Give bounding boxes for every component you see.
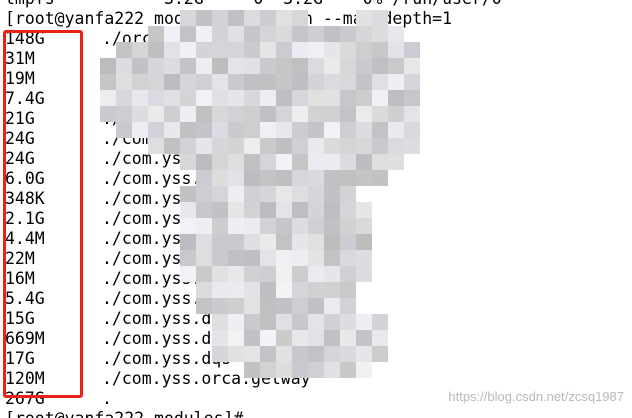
du-path: ./com.yss.orca.system <box>102 89 311 108</box>
du-row: 2.1G ./com.yss.orca.build <box>5 209 502 229</box>
du-path: ./com.yss.common <box>102 269 261 288</box>
du-path: . <box>102 389 112 408</box>
du-row: 267G. <box>5 389 502 409</box>
du-row: 4.4M ./com.yss.parent <box>5 229 502 249</box>
header-line: tmpfs 3.2G 0 3.2G 0% /run/user/0 <box>5 0 502 9</box>
du-row: 669M ./com.yss.ds <box>5 329 502 349</box>
shell-prompt: [root@yanfa222 modules]# <box>5 9 254 28</box>
du-size: 31M <box>5 49 35 68</box>
du-path: ./com.yss.parent <box>102 229 261 248</box>
du-output-rows: 148G ./orca-build$orca-b 31M ./com.yss.orca… <box>5 29 502 409</box>
du-size: 17G <box>5 349 35 368</box>
du-size: 15G <box>5 309 35 328</box>
du-size: 24G <box>5 129 35 148</box>
du-path: ./com.yss.orca.build <box>102 209 301 228</box>
du-row: 120M ./com.yss.orca.getway <box>5 369 502 389</box>
du-path: ./com.yss.orca.log.kit <box>102 49 321 68</box>
du-path: ./com.yss.orca.tae <box>102 149 281 168</box>
final-shell-prompt: [root@yanfa222 modules]# <box>5 409 253 418</box>
command-line: [root@yanfa222 modules]# du -ah --max-de… <box>5 9 502 29</box>
du-row: 7.4G ./com.yss.orca.system <box>5 89 502 109</box>
du-row: 15G ./com.yss.datasource <box>5 309 502 329</box>
du-path: ./com.yss.orca.parent <box>102 189 311 208</box>
du-size: 2.1G <box>5 209 45 228</box>
du-size: 16M <box>5 269 35 288</box>
du-size: 348K <box>5 189 45 208</box>
du-path: ./com.yss.orca.ds <box>102 109 271 128</box>
du-size: 19M <box>5 69 35 88</box>
du-size: 22M <box>5 249 35 268</box>
du-size: 148G <box>5 29 45 48</box>
du-row: 31M ./com.yss.orca.log.kit <box>5 49 502 69</box>
du-row: 24G ./com.yss.orca.dqs <box>5 129 502 149</box>
watermark-text: https://blog.csdn.net/zcsq1987 <box>448 389 624 404</box>
du-path: ./com.yss.orca.dqs <box>102 129 281 148</box>
du-size: 24G <box>5 149 35 168</box>
du-path: ./com.yss.ds <box>102 329 222 348</box>
du-row: 17G ./com.yss.dqs <box>5 349 502 369</box>
terminal-output: tmpfs 3.2G 0 3.2G 0% /run/user/0 [root@y… <box>5 0 502 418</box>
du-path: ./com.yss.system <box>102 289 261 308</box>
du-size: 267G <box>5 389 45 408</box>
command-text: du -ah --max-depth=1 <box>253 9 453 28</box>
du-row: 21G ./com.yss.orca.ds <box>5 109 502 129</box>
du-path: ./com.yss.orca.getway <box>102 369 311 388</box>
du-row: 19M ./com.yss.orca.common <box>5 69 502 89</box>
du-path: ./com.yss.orca.getway <box>102 169 311 188</box>
du-row: 348K ./com.yss.orca.parent <box>5 189 502 209</box>
du-row: 16M ./com.yss.common <box>5 269 502 289</box>
du-path: ./com.yss.log.kit <box>102 249 271 268</box>
du-path: ./com.yss.datasource <box>102 309 301 328</box>
terminal-window[interactable]: tmpfs 3.2G 0 3.2G 0% /run/user/0 [root@y… <box>0 0 632 418</box>
du-row: 5.4G ./com.yss.system <box>5 289 502 309</box>
final-prompt-line[interactable]: [root@yanfa222 modules]# <box>5 409 502 418</box>
du-size: 21G <box>5 109 35 128</box>
du-size: 669M <box>5 329 45 348</box>
du-size: 6.0G <box>5 169 45 188</box>
du-size: 4.4M <box>5 229 45 248</box>
du-row: 22M ./com.yss.log.kit <box>5 249 502 269</box>
du-size: 120M <box>5 369 45 388</box>
du-row: 148G ./orca-build$orca-b <box>5 29 502 49</box>
du-path: ./orca-build$orca-b <box>102 29 291 48</box>
du-size: 7.4G <box>5 89 45 108</box>
du-path: ./com.yss.dqs <box>102 349 232 368</box>
du-row: 24G ./com.yss.orca.tae <box>5 149 502 169</box>
du-path: ./com.yss.orca.common <box>102 69 311 88</box>
du-row: 6.0G ./com.yss.orca.getway <box>5 169 502 189</box>
du-size: 5.4G <box>5 289 45 308</box>
